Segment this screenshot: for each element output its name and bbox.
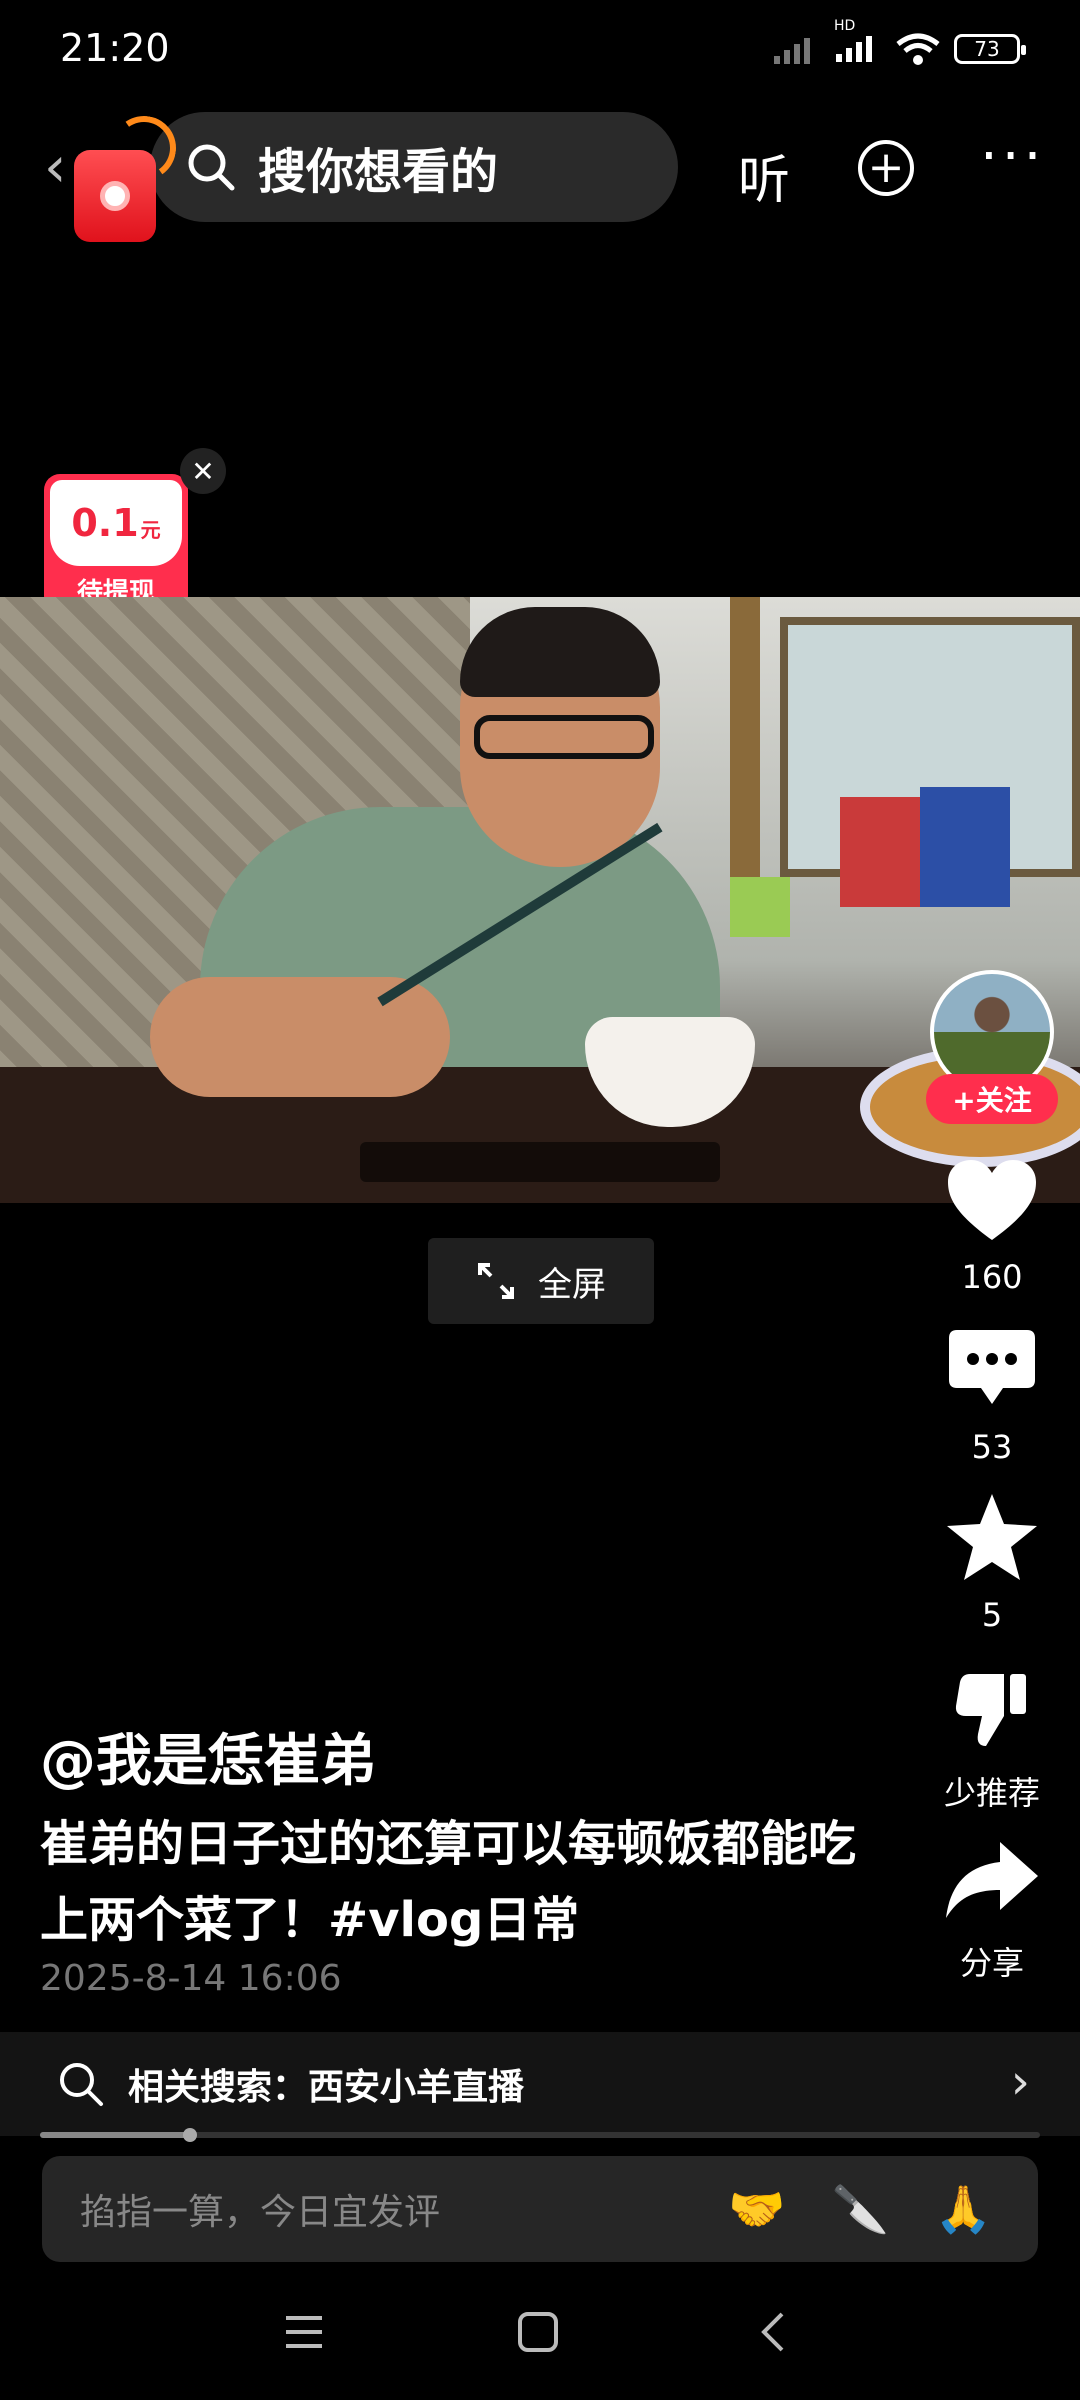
red-packet-icon[interactable] bbox=[74, 150, 156, 242]
post-caption: 崔弟的日子过的还算可以每顿饭都能吃上两个菜了！#vlog日常 bbox=[40, 1816, 857, 1948]
related-search-label: 相关搜索：西安小羊直播 bbox=[128, 2067, 525, 2108]
progress-fill bbox=[40, 2132, 190, 2138]
video-subtitle bbox=[360, 1142, 720, 1182]
more-icon[interactable]: ··· bbox=[980, 124, 1045, 189]
chevron-right-icon: › bbox=[1010, 2054, 1030, 2110]
top-bar: ‹ 搜你想看的 听 + ··· bbox=[0, 110, 1080, 242]
video-shelf-item bbox=[730, 877, 790, 937]
follow-button[interactable]: +关注 bbox=[926, 1074, 1058, 1124]
dislike-button[interactable]: 少推荐 bbox=[930, 1660, 1054, 1814]
like-count: 160 bbox=[961, 1258, 1023, 1296]
favorite-count: 5 bbox=[981, 1596, 1003, 1634]
thumbs-down-icon bbox=[930, 1660, 1054, 1760]
fullscreen-label: 全屏 bbox=[538, 1264, 606, 1305]
favorite-button[interactable]: 5 bbox=[930, 1488, 1054, 1634]
related-search[interactable]: 相关搜索：西安小羊直播 › bbox=[0, 2032, 1080, 2136]
video-progress-bar[interactable] bbox=[40, 2128, 1040, 2142]
search-placeholder: 搜你想看的 bbox=[258, 144, 499, 200]
author-avatar-group[interactable]: +关注 bbox=[926, 970, 1058, 1124]
search-input[interactable]: 搜你想看的 bbox=[150, 112, 678, 222]
listen-button[interactable]: 听 bbox=[738, 138, 790, 213]
author-name[interactable]: @我是恁崔弟 bbox=[40, 1716, 376, 1797]
status-icons: HD 73 bbox=[772, 18, 1026, 68]
knife-emoji-button[interactable]: 🔪 bbox=[831, 2182, 888, 2237]
heart-icon bbox=[930, 1150, 1054, 1250]
video-person-glasses bbox=[474, 715, 654, 759]
signal-hd-icon: HD bbox=[834, 18, 882, 68]
share-button[interactable]: 分享 bbox=[930, 1830, 1054, 1984]
comment-icon bbox=[930, 1320, 1054, 1420]
like-button[interactable]: 160 bbox=[930, 1150, 1054, 1296]
comment-count: 53 bbox=[971, 1428, 1013, 1466]
home-icon[interactable] bbox=[516, 2310, 560, 2354]
video-shelf-item bbox=[840, 797, 930, 907]
comment-input[interactable]: 掐指一算，今日宜发评 🤝 🔪 🙏 bbox=[42, 2156, 1038, 2262]
add-circle-icon[interactable]: + bbox=[858, 140, 914, 196]
handshake-emoji-button[interactable]: 🤝 bbox=[728, 2182, 785, 2237]
search-icon bbox=[188, 144, 235, 191]
fullscreen-button[interactable]: 全屏 bbox=[428, 1238, 654, 1324]
cash-amount: 0.1 元 bbox=[50, 480, 182, 566]
signal-icon bbox=[774, 38, 810, 64]
search-icon bbox=[60, 2063, 103, 2106]
star-icon bbox=[930, 1488, 1054, 1588]
comment-button[interactable]: 53 bbox=[930, 1320, 1054, 1466]
post-timestamp: 2025-8-14 16:06 bbox=[40, 1958, 342, 1999]
wifi-icon bbox=[896, 33, 940, 65]
close-icon[interactable]: ✕ bbox=[180, 448, 226, 494]
expand-icon bbox=[478, 1263, 514, 1299]
system-nav-bar bbox=[0, 2290, 1080, 2380]
video-player[interactable] bbox=[0, 597, 1080, 1203]
back-icon[interactable]: ‹ bbox=[44, 140, 66, 196]
pray-emoji-button[interactable]: 🙏 bbox=[935, 2182, 992, 2237]
cash-widget[interactable]: 0.1 元 待提现 bbox=[44, 474, 188, 612]
share-label: 分享 bbox=[959, 1944, 1024, 1982]
video-shelf-item bbox=[920, 787, 1010, 907]
nav-back-icon[interactable] bbox=[752, 2310, 796, 2354]
progress-knob[interactable] bbox=[183, 2128, 197, 2142]
dislike-label: 少推荐 bbox=[943, 1774, 1040, 1812]
battery-icon: 73 bbox=[954, 34, 1026, 64]
comment-placeholder: 掐指一算，今日宜发评 bbox=[80, 2192, 441, 2233]
menu-icon[interactable] bbox=[282, 2310, 326, 2354]
share-icon bbox=[930, 1830, 1054, 1930]
status-time: 21:20 bbox=[60, 26, 170, 70]
video-person-arm bbox=[150, 977, 450, 1097]
